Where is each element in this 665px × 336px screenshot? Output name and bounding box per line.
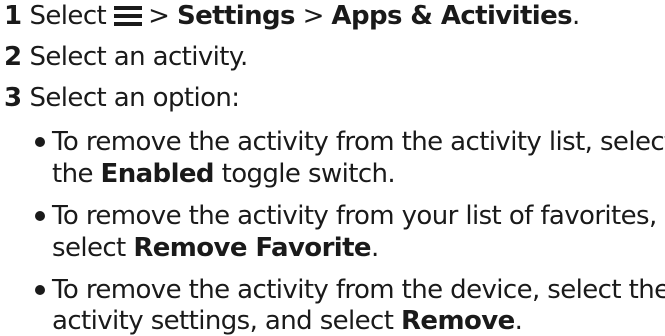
bullet-icon [35,137,45,147]
bullet-icon [35,285,45,295]
period: . [572,1,580,31]
step-text: Select an activity. [29,42,249,72]
option-line: To remove the activity from the activity… [52,127,665,157]
option-line: the Enabled toggle switch. [52,159,396,189]
option-text: select [52,233,134,263]
step-number: 3 [4,83,22,113]
option-text: the [52,159,101,189]
apps-activities-label: Apps & Activities [331,1,573,31]
step-number: 2 [4,42,22,72]
remove-label: Remove [401,306,515,336]
option-line: activity settings, and select Remove. [52,306,523,336]
step-3: 3 Select an option: [4,83,241,113]
option-text: . [514,306,523,336]
path-separator: > [148,1,177,31]
step-number: 1 [4,1,22,31]
option-text: activity settings, and select [52,306,402,336]
step-2: 2 Select an activity. [4,42,248,72]
enabled-label: Enabled [100,159,215,189]
step-text: Select an option: [29,83,241,113]
option-text: toggle switch. [213,159,396,189]
path-separator: > [294,1,332,31]
option-line: To remove the activity from the device, … [52,275,665,305]
remove-favorite-label: Remove Favorite [133,233,371,263]
step-text: Select [29,1,107,31]
option-text: . [370,233,379,263]
menu-icon [114,6,143,26]
step-1: 1 Select > Settings > Apps & Activities. [4,1,580,31]
settings-label: Settings [176,1,296,31]
bullet-icon [35,211,45,221]
option-line: select Remove Favorite. [52,233,379,263]
option-line: To remove the activity from your list of… [52,201,657,231]
